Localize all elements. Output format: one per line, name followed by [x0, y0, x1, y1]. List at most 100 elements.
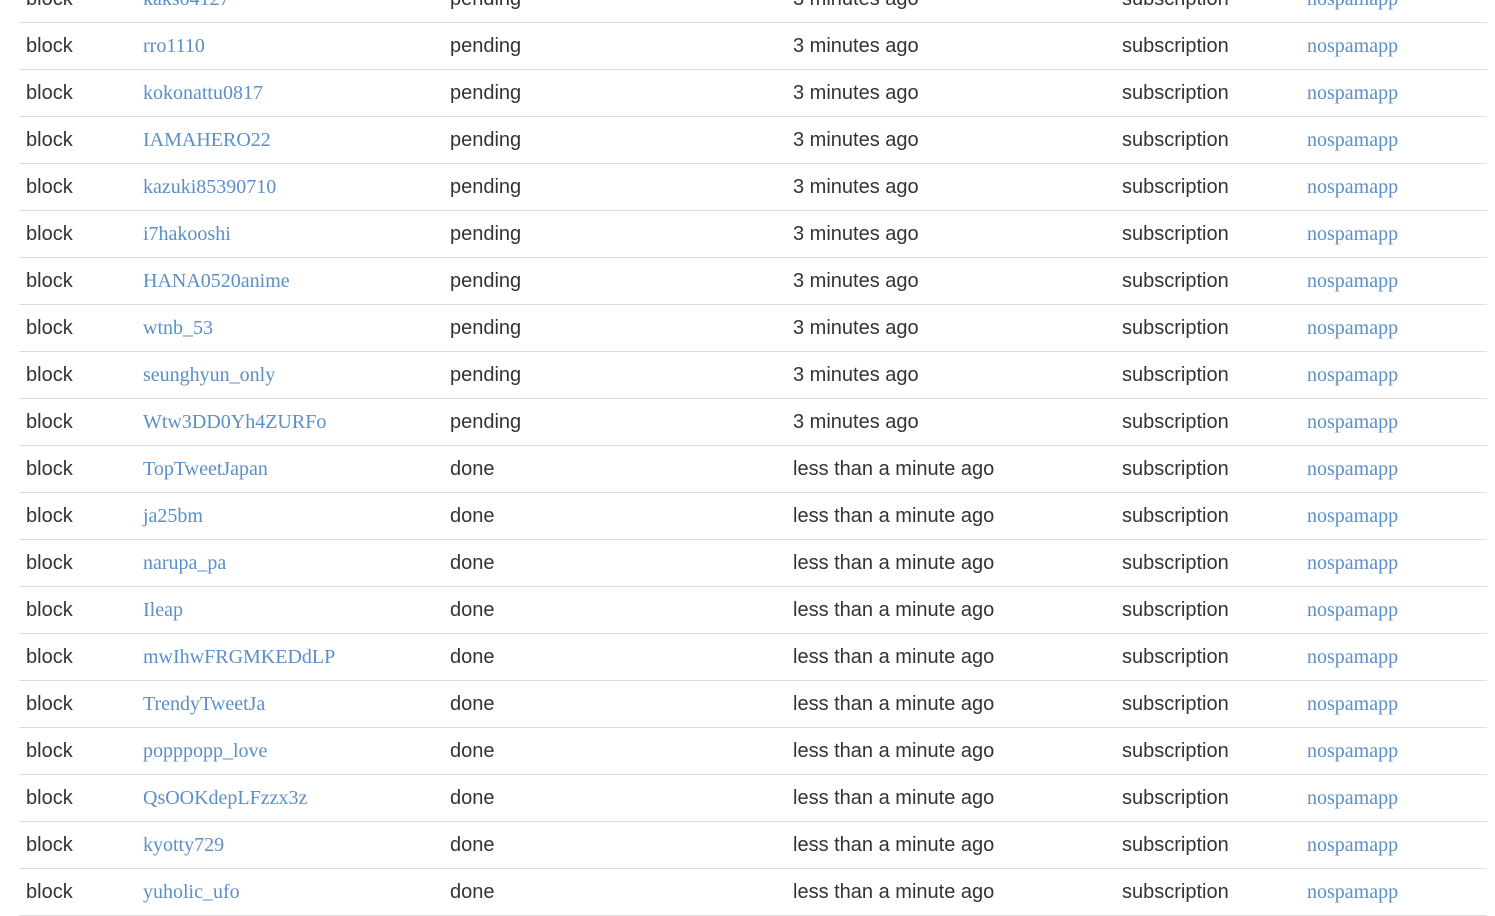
- type-cell: subscription: [1115, 868, 1300, 916]
- status-cell: pending: [443, 257, 786, 305]
- action-cell: block: [19, 398, 136, 446]
- app-link[interactable]: nospamapp: [1307, 505, 1398, 527]
- app-link[interactable]: nospamapp: [1307, 35, 1398, 57]
- app-link[interactable]: nospamapp: [1307, 82, 1398, 104]
- app-link[interactable]: nospamapp: [1307, 458, 1398, 480]
- username-cell: yuholic_ufo: [136, 868, 443, 916]
- action-log-table: block kaks04127 pending 3 minutes ago su…: [19, 0, 1487, 916]
- status-cell: pending: [443, 210, 786, 258]
- table-row: block Ileap done less than a minute ago …: [19, 586, 1487, 634]
- status-cell: done: [443, 680, 786, 728]
- status-cell: pending: [443, 351, 786, 399]
- app-link[interactable]: nospamapp: [1307, 0, 1398, 10]
- app-cell: nospamapp: [1300, 492, 1487, 540]
- username-cell: Wtw3DD0Yh4ZURFo: [136, 398, 443, 446]
- status-cell: done: [443, 586, 786, 634]
- username-link[interactable]: ja25bm: [143, 505, 203, 527]
- username-cell: Ileap: [136, 586, 443, 634]
- username-link[interactable]: yuholic_ufo: [143, 881, 240, 903]
- status-cell: done: [443, 821, 786, 869]
- action-cell: block: [19, 69, 136, 117]
- username-link[interactable]: IAMAHERO22: [143, 129, 271, 151]
- app-cell: nospamapp: [1300, 257, 1487, 305]
- app-link[interactable]: nospamapp: [1307, 317, 1398, 339]
- username-link[interactable]: narupa_pa: [143, 552, 226, 574]
- username-link[interactable]: Ileap: [143, 599, 183, 621]
- table-row: block Wtw3DD0Yh4ZURFo pending 3 minutes …: [19, 398, 1487, 446]
- username-link[interactable]: kazuki85390710: [143, 176, 276, 198]
- username-cell: kaks04127: [136, 0, 443, 23]
- timestamp-cell: less than a minute ago: [786, 727, 1115, 775]
- app-link[interactable]: nospamapp: [1307, 411, 1398, 433]
- username-cell: ja25bm: [136, 492, 443, 540]
- action-cell: block: [19, 680, 136, 728]
- username-link[interactable]: QsOOKdepLFzzx3z: [143, 787, 307, 809]
- timestamp-cell: 3 minutes ago: [786, 116, 1115, 164]
- table-row: block popppopp_love done less than a min…: [19, 727, 1487, 775]
- app-link[interactable]: nospamapp: [1307, 834, 1398, 856]
- username-link[interactable]: mwIhwFRGMKEDdLP: [143, 646, 335, 668]
- status-cell: pending: [443, 163, 786, 211]
- app-link[interactable]: nospamapp: [1307, 176, 1398, 198]
- action-cell: block: [19, 727, 136, 775]
- username-link[interactable]: TopTweetJapan: [143, 458, 268, 480]
- app-link[interactable]: nospamapp: [1307, 646, 1398, 668]
- username-link[interactable]: rro1110: [143, 35, 205, 57]
- table-row: block kazuki85390710 pending 3 minutes a…: [19, 163, 1487, 211]
- action-log-table-container: block kaks04127 pending 3 minutes ago su…: [19, 0, 1487, 916]
- username-link[interactable]: wtnb_53: [143, 317, 213, 339]
- app-link[interactable]: nospamapp: [1307, 552, 1398, 574]
- username-link[interactable]: kaks04127: [143, 0, 230, 10]
- username-link[interactable]: popppopp_love: [143, 740, 267, 762]
- type-cell: subscription: [1115, 210, 1300, 258]
- table-row: block kyotty729 done less than a minute …: [19, 821, 1487, 869]
- type-cell: subscription: [1115, 633, 1300, 681]
- username-cell: i7hakooshi: [136, 210, 443, 258]
- table-row: block seunghyun_only pending 3 minutes a…: [19, 351, 1487, 399]
- table-row: block narupa_pa done less than a minute …: [19, 539, 1487, 587]
- username-link[interactable]: Wtw3DD0Yh4ZURFo: [143, 411, 326, 433]
- timestamp-cell: less than a minute ago: [786, 633, 1115, 681]
- app-cell: nospamapp: [1300, 633, 1487, 681]
- type-cell: subscription: [1115, 586, 1300, 634]
- table-row: block ja25bm done less than a minute ago…: [19, 492, 1487, 540]
- username-cell: seunghyun_only: [136, 351, 443, 399]
- app-link[interactable]: nospamapp: [1307, 787, 1398, 809]
- app-link[interactable]: nospamapp: [1307, 270, 1398, 292]
- type-cell: subscription: [1115, 257, 1300, 305]
- type-cell: subscription: [1115, 727, 1300, 775]
- username-link[interactable]: kyotty729: [143, 834, 224, 856]
- username-link[interactable]: TrendyTweetJa: [143, 693, 265, 715]
- timestamp-cell: less than a minute ago: [786, 445, 1115, 493]
- app-link[interactable]: nospamapp: [1307, 740, 1398, 762]
- timestamp-cell: less than a minute ago: [786, 680, 1115, 728]
- app-link[interactable]: nospamapp: [1307, 693, 1398, 715]
- timestamp-cell: 3 minutes ago: [786, 304, 1115, 352]
- username-link[interactable]: seunghyun_only: [143, 364, 275, 386]
- username-cell: kyotty729: [136, 821, 443, 869]
- username-cell: IAMAHERO22: [136, 116, 443, 164]
- username-link[interactable]: i7hakooshi: [143, 223, 231, 245]
- app-link[interactable]: nospamapp: [1307, 599, 1398, 621]
- action-cell: block: [19, 445, 136, 493]
- app-link[interactable]: nospamapp: [1307, 364, 1398, 386]
- app-link[interactable]: nospamapp: [1307, 881, 1398, 903]
- username-cell: wtnb_53: [136, 304, 443, 352]
- username-link[interactable]: HANA0520anime: [143, 270, 290, 292]
- action-cell: block: [19, 539, 136, 587]
- username-cell: mwIhwFRGMKEDdLP: [136, 633, 443, 681]
- status-cell: pending: [443, 398, 786, 446]
- app-link[interactable]: nospamapp: [1307, 129, 1398, 151]
- username-link[interactable]: kokonattu0817: [143, 82, 263, 104]
- timestamp-cell: less than a minute ago: [786, 774, 1115, 822]
- username-cell: QsOOKdepLFzzx3z: [136, 774, 443, 822]
- username-cell: HANA0520anime: [136, 257, 443, 305]
- type-cell: subscription: [1115, 22, 1300, 70]
- action-cell: block: [19, 868, 136, 916]
- app-link[interactable]: nospamapp: [1307, 223, 1398, 245]
- type-cell: subscription: [1115, 445, 1300, 493]
- type-cell: subscription: [1115, 774, 1300, 822]
- timestamp-cell: less than a minute ago: [786, 821, 1115, 869]
- type-cell: subscription: [1115, 304, 1300, 352]
- table-row: block HANA0520anime pending 3 minutes ag…: [19, 257, 1487, 305]
